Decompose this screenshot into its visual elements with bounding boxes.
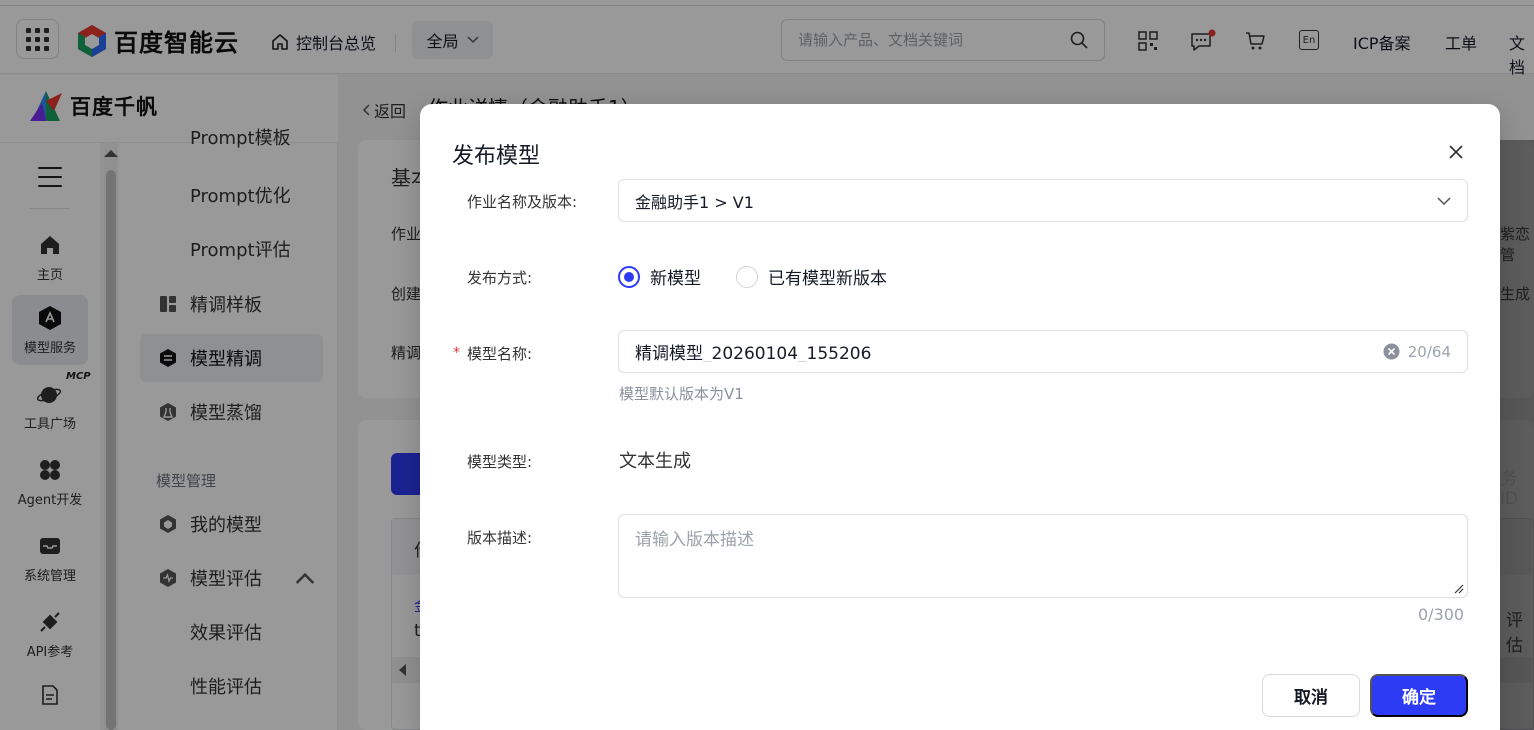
dialog-title: 发布模型 [452,144,541,169]
model-name-input[interactable] [635,341,1383,362]
peek-text: 生成 [1500,285,1531,303]
clear-input-icon[interactable] [1383,343,1400,360]
cancel-button[interactable]: 取消 [1262,674,1360,717]
job-version-label: 作业名称及版本: [467,193,578,211]
version-desc-counter: 0/300 [1418,605,1465,624]
job-version-select[interactable]: 金融助手1 > V1 [618,179,1468,222]
radio-label: 已有模型新版本 [768,269,887,289]
radio-label: 新模型 [650,269,701,289]
resize-handle-icon[interactable] [1452,582,1464,594]
close-icon[interactable] [1446,142,1466,162]
model-name-counter: 20/64 [1407,342,1451,361]
radio-existing-circle[interactable] [736,265,758,288]
required-mark: * [453,345,460,361]
radio-existing-model-version[interactable]: 已有模型新版本 [736,264,887,289]
model-name-field[interactable]: 20/64 [618,330,1468,373]
radio-new-model-circle[interactable] [618,265,640,288]
model-name-hint: 模型默认版本为V1 [619,385,744,403]
model-name-label: 模型名称: [467,345,533,363]
radio-new-model[interactable]: 新模型 [618,264,701,289]
version-desc-label: 版本描述: [467,529,533,547]
chevron-down-icon [1437,196,1451,205]
version-desc-textarea[interactable] [618,514,1468,598]
job-version-value: 金融助手1 > V1 [635,192,754,212]
publish-method-label: 发布方式: [467,269,533,287]
peek-text: 务ID [1500,469,1519,509]
peek-text: 紫恋管 [1500,225,1531,264]
confirm-button[interactable]: 确定 [1370,674,1468,717]
peek-text: 评估 [1506,611,1523,656]
model-type-value: 文本生成 [619,451,691,472]
model-type-label: 模型类型: [467,453,533,471]
